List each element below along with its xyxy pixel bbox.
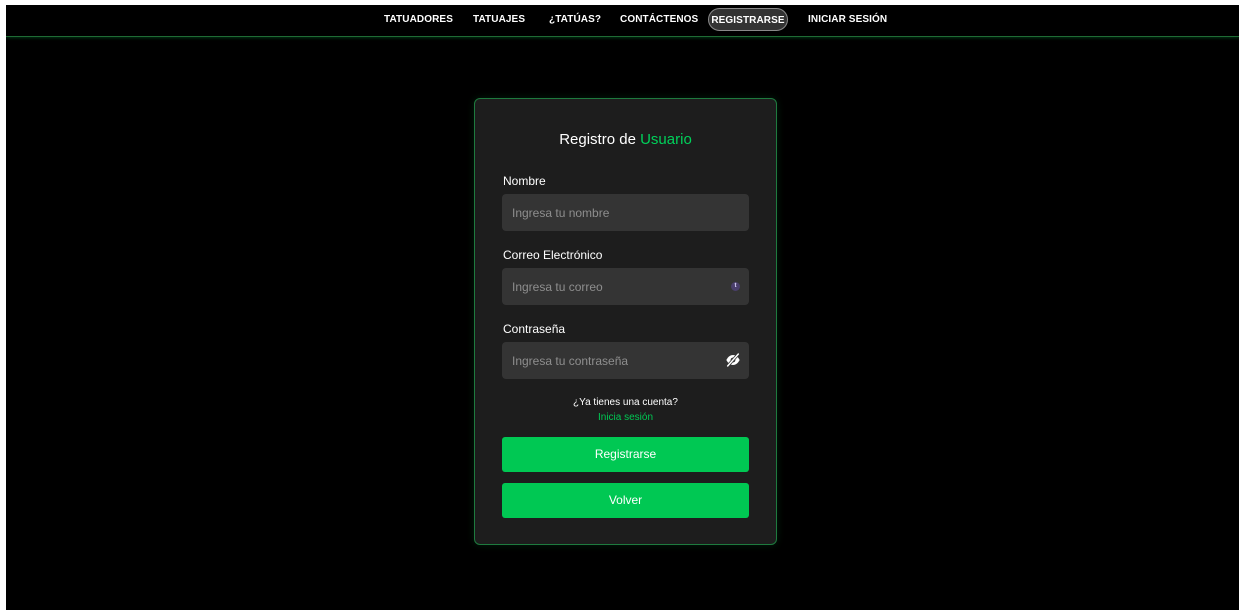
title-accent: Usuario bbox=[640, 131, 692, 148]
password-input[interactable] bbox=[502, 342, 749, 379]
register-button[interactable]: Registrarse bbox=[502, 437, 749, 472]
password-label: Contraseña bbox=[503, 322, 566, 336]
top-navbar: TATUADORES TATUAJES ¿TATÚAS? CONTÁCTENOS… bbox=[6, 5, 1239, 37]
nav-item-iniciar-sesion[interactable]: INICIAR SESIÓN bbox=[808, 8, 887, 31]
password-field-wrapper bbox=[502, 342, 749, 379]
email-input[interactable] bbox=[502, 268, 749, 305]
back-button[interactable]: Volver bbox=[502, 483, 749, 518]
email-label: Correo Electrónico bbox=[503, 248, 603, 262]
name-label: Nombre bbox=[503, 174, 546, 188]
nav-item-tatuadores[interactable]: TATUADORES bbox=[384, 8, 453, 31]
register-card: Registro de Usuario Nombre Correo Electr… bbox=[474, 98, 777, 545]
eye-slash-icon[interactable] bbox=[725, 352, 741, 368]
name-field-wrapper bbox=[502, 194, 749, 231]
nav-item-contactenos[interactable]: CONTÁCTENOS bbox=[620, 8, 698, 31]
email-field-wrapper: t bbox=[502, 268, 749, 305]
login-link[interactable]: Inicia sesión bbox=[475, 412, 776, 423]
name-input[interactable] bbox=[502, 194, 749, 231]
page-viewport: TATUADORES TATUAJES ¿TATÚAS? CONTÁCTENOS… bbox=[6, 5, 1239, 610]
nav-item-tatuajes[interactable]: TATUAJES bbox=[473, 8, 525, 31]
autofill-extension-icon[interactable]: t bbox=[731, 282, 740, 291]
nav-item-tatuas[interactable]: ¿TATÚAS? bbox=[549, 8, 601, 31]
nav-item-registrarse[interactable]: REGISTRARSE bbox=[708, 8, 788, 31]
have-account-text: ¿Ya tienes una cuenta? bbox=[573, 397, 678, 408]
title-prefix: Registro de bbox=[559, 131, 636, 148]
card-title: Registro de Usuario bbox=[475, 131, 776, 148]
